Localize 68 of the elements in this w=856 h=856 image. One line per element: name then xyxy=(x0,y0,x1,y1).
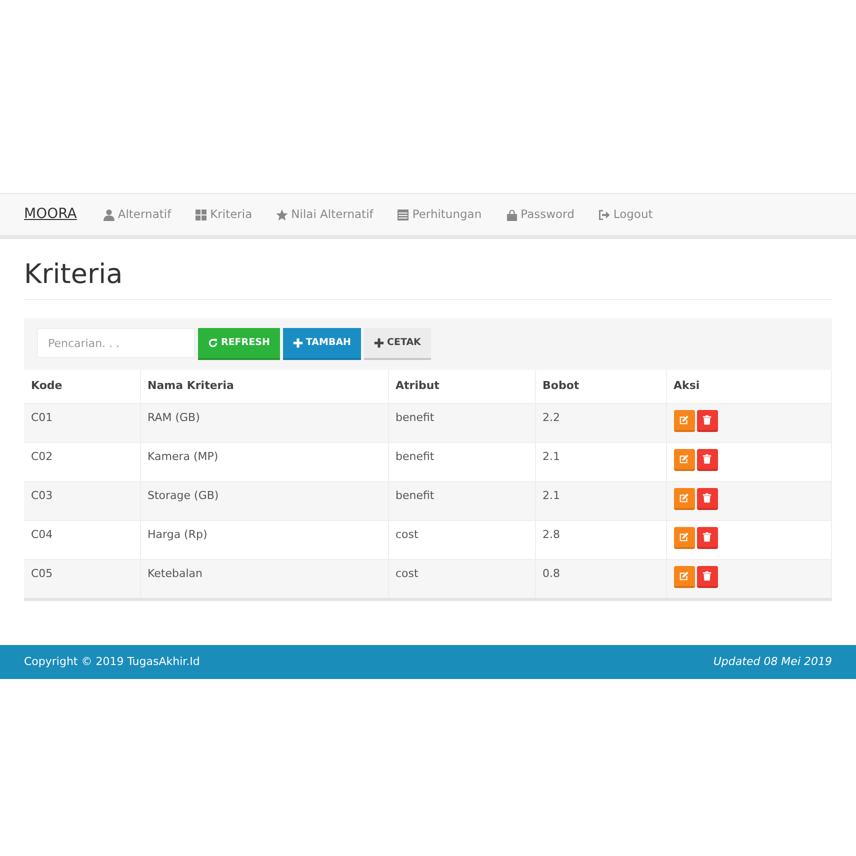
table-cell: 0.8 xyxy=(535,559,666,598)
refresh-icon xyxy=(208,338,218,348)
delete-button[interactable] xyxy=(696,410,718,432)
trash-icon xyxy=(702,492,712,503)
star-icon xyxy=(276,208,288,220)
copyright-text: Copyright © 2019 TugasAkhir.Id xyxy=(24,654,200,670)
table-cell: 2.1 xyxy=(535,481,666,520)
add-button[interactable]: TAMBAH xyxy=(282,328,361,360)
table-cell: cost xyxy=(388,520,535,560)
edit-icon xyxy=(679,414,689,425)
plus-icon xyxy=(374,338,384,348)
print-button[interactable]: CETAK xyxy=(364,328,431,360)
column-header: Aksi xyxy=(666,370,832,404)
delete-button[interactable] xyxy=(696,526,718,549)
table-cell: Harga (Rp) xyxy=(140,520,388,560)
edit-button[interactable] xyxy=(674,526,694,549)
table-cell: C04 xyxy=(24,520,140,560)
page-title: Kriteria xyxy=(24,259,832,300)
table-cell: C02 xyxy=(24,442,140,482)
brand-logo[interactable]: MOORA xyxy=(24,204,77,225)
column-header: Bobot xyxy=(535,370,666,404)
trash-icon xyxy=(702,454,712,464)
table-cell: C01 xyxy=(24,403,140,442)
table-cell: benefit xyxy=(388,481,535,520)
table-cell: benefit xyxy=(388,442,535,482)
nav-link[interactable]: Logout xyxy=(598,206,653,224)
edit-button[interactable] xyxy=(674,448,694,471)
table-icon xyxy=(397,208,410,220)
edit-button[interactable] xyxy=(674,566,694,588)
edit-icon xyxy=(679,532,689,542)
edit-icon xyxy=(679,454,689,464)
table-cell: C05 xyxy=(24,559,140,598)
refresh-button[interactable]: REFRESH xyxy=(198,328,280,360)
nav-link[interactable]: Password xyxy=(506,206,574,224)
trash-icon xyxy=(702,414,712,425)
lock-icon xyxy=(506,208,518,220)
logout-icon xyxy=(598,208,610,220)
table-cell: Ketebalan xyxy=(140,559,388,598)
updated-date: Updated 08 Mei 2019 xyxy=(713,654,832,670)
person-icon xyxy=(102,208,115,220)
column-header: Kode xyxy=(24,370,140,404)
delete-button[interactable] xyxy=(696,488,718,510)
edit-icon xyxy=(679,492,689,503)
search-field[interactable]: Pencarian. . . xyxy=(37,328,195,358)
delete-button[interactable] xyxy=(696,448,718,471)
table-cell: benefit xyxy=(388,403,535,442)
table-cell: RAM (GB) xyxy=(140,403,388,442)
column-header: Atribut xyxy=(388,370,535,404)
nav-link[interactable]: Kriteria xyxy=(195,206,252,224)
table-cell: cost xyxy=(388,559,535,598)
nav-link[interactable]: Perhitungan xyxy=(397,206,482,224)
plus-icon xyxy=(292,338,303,348)
delete-button[interactable] xyxy=(696,566,718,588)
table-cell: Kamera (MP) xyxy=(140,442,388,482)
table-cell: 2.2 xyxy=(535,403,666,442)
table-cell: Storage (GB) xyxy=(140,481,388,520)
trash-icon xyxy=(702,570,712,581)
table-cell: 2.8 xyxy=(535,520,666,560)
edit-button[interactable] xyxy=(674,488,694,510)
nav-link[interactable]: Alternatif xyxy=(102,206,172,224)
grid-icon xyxy=(195,208,208,220)
table-cell: 2.1 xyxy=(535,442,666,482)
edit-button[interactable] xyxy=(674,410,694,432)
table-cell: C03 xyxy=(24,481,140,520)
column-header: Nama Kriteria xyxy=(140,370,388,404)
trash-icon xyxy=(702,532,712,542)
edit-icon xyxy=(679,570,689,581)
nav-link[interactable]: Nilai Alternatif xyxy=(276,206,374,224)
